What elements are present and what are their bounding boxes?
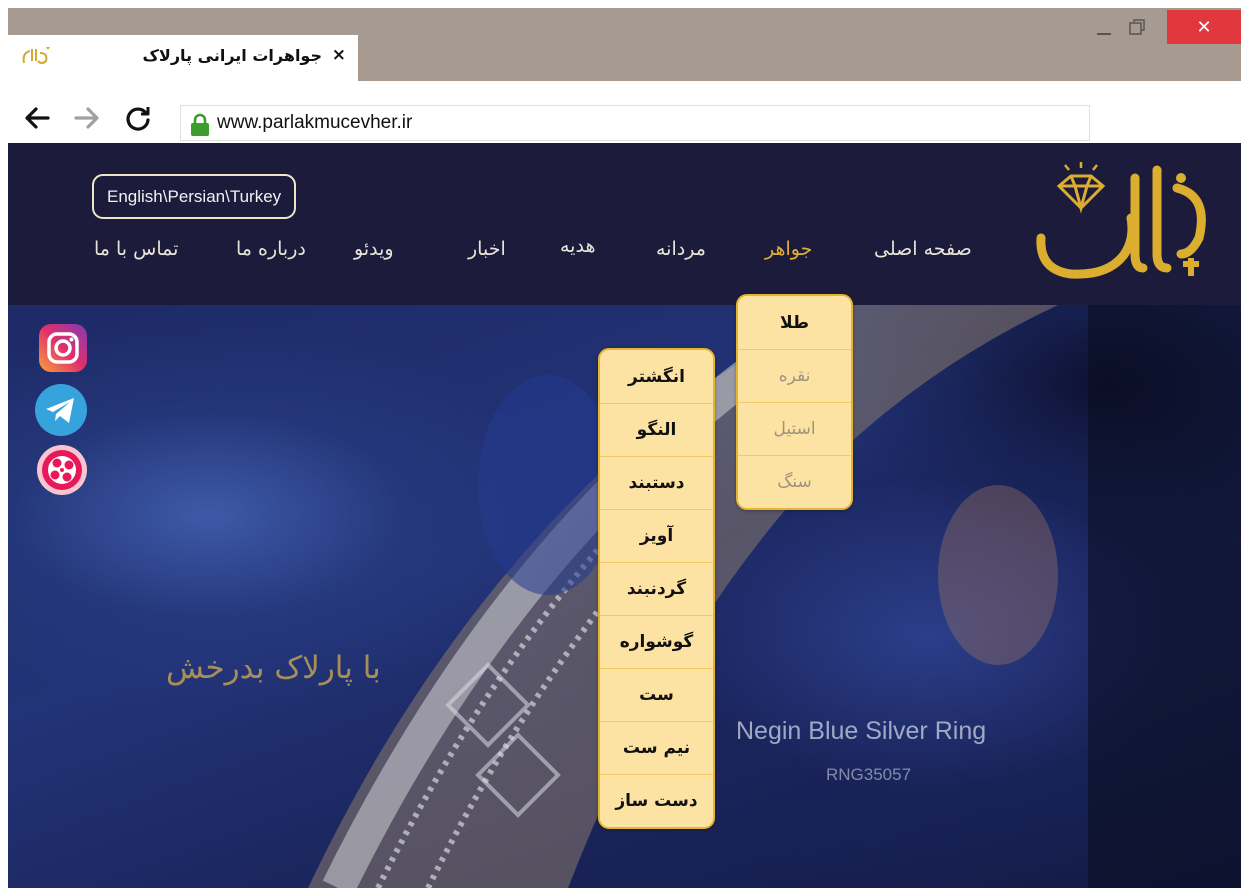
product-code: RNG35057 — [826, 765, 912, 784]
nav-home[interactable]: صفحه اصلی — [874, 238, 972, 260]
language-switch-button[interactable]: English\Persian\Turkey — [92, 174, 297, 219]
back-arrow-icon[interactable] — [22, 103, 52, 133]
browser-tab[interactable]: جواهرات ایرانی پارلاک × — [8, 35, 358, 81]
address-toolbar: www.parlakmucevher.ir — [8, 81, 1241, 143]
forward-arrow-icon[interactable] — [72, 103, 102, 133]
restore-icon — [1129, 19, 1145, 35]
category-dropdown-menu: انگشتر النگو دستبند آویز گردنبند گوشواره… — [598, 348, 715, 829]
reload-icon[interactable] — [123, 103, 153, 133]
product-name: Negin Blue Silver Ring — [736, 717, 987, 745]
material-dropdown-menu: طلا نقره استیل سنگ — [736, 294, 853, 510]
menu-item-gold[interactable]: طلا — [738, 296, 851, 349]
tab-close-icon[interactable]: × — [332, 45, 346, 65]
nav-video[interactable]: ویدئو — [354, 238, 394, 260]
menu-item-silver[interactable]: نقره — [738, 349, 851, 402]
nav-jewelry[interactable]: جواهر — [765, 238, 812, 260]
restore-button[interactable] — [1115, 10, 1159, 44]
nav-news[interactable]: اخبار — [468, 238, 506, 260]
menu-item-bangle[interactable]: النگو — [600, 403, 713, 456]
aparat-icon[interactable] — [36, 443, 88, 497]
nav-gift[interactable]: هدیه — [560, 235, 595, 257]
close-icon: ✕ — [1196, 16, 1212, 38]
parlak-favicon-icon — [22, 47, 50, 64]
hero-caption: با پارلاک بدرخش — [166, 650, 381, 686]
menu-item-stone[interactable]: سنگ — [738, 455, 851, 508]
nav-about[interactable]: درباره ما — [236, 238, 306, 260]
nav-contact[interactable]: تماس با ما — [94, 238, 178, 260]
menu-item-steel[interactable]: استیل — [738, 402, 851, 455]
menu-item-ring[interactable]: انگشتر — [600, 350, 713, 403]
menu-item-handmade[interactable]: دست ساز — [600, 774, 713, 827]
tab-title: جواهرات ایرانی پارلاک — [142, 46, 322, 65]
menu-item-bracelet[interactable]: دستبند — [600, 456, 713, 509]
telegram-glyph — [35, 384, 87, 436]
parlak-logo[interactable] — [1031, 158, 1213, 284]
close-window-button[interactable]: ✕ — [1167, 10, 1241, 44]
minimize-icon — [1097, 33, 1111, 35]
address-bar[interactable]: www.parlakmucevher.ir — [180, 105, 1090, 141]
lock-icon — [191, 113, 209, 136]
url-text: www.parlakmucevher.ir — [217, 112, 413, 133]
instagram-glyph — [39, 324, 87, 372]
menu-item-set[interactable]: ست — [600, 668, 713, 721]
site-header: English\Persian\Turkey صفحه اصلی جواهر م… — [8, 143, 1241, 305]
menu-item-necklace[interactable]: گردنبند — [600, 562, 713, 615]
aparat-glyph — [37, 445, 87, 495]
menu-item-earring[interactable]: گوشواره — [600, 615, 713, 668]
menu-item-pendant[interactable]: آویز — [600, 509, 713, 562]
instagram-icon[interactable] — [38, 323, 88, 373]
telegram-icon[interactable] — [34, 383, 88, 437]
menu-item-half-set[interactable]: نیم ست — [600, 721, 713, 774]
nav-men[interactable]: مردانه — [656, 238, 706, 260]
